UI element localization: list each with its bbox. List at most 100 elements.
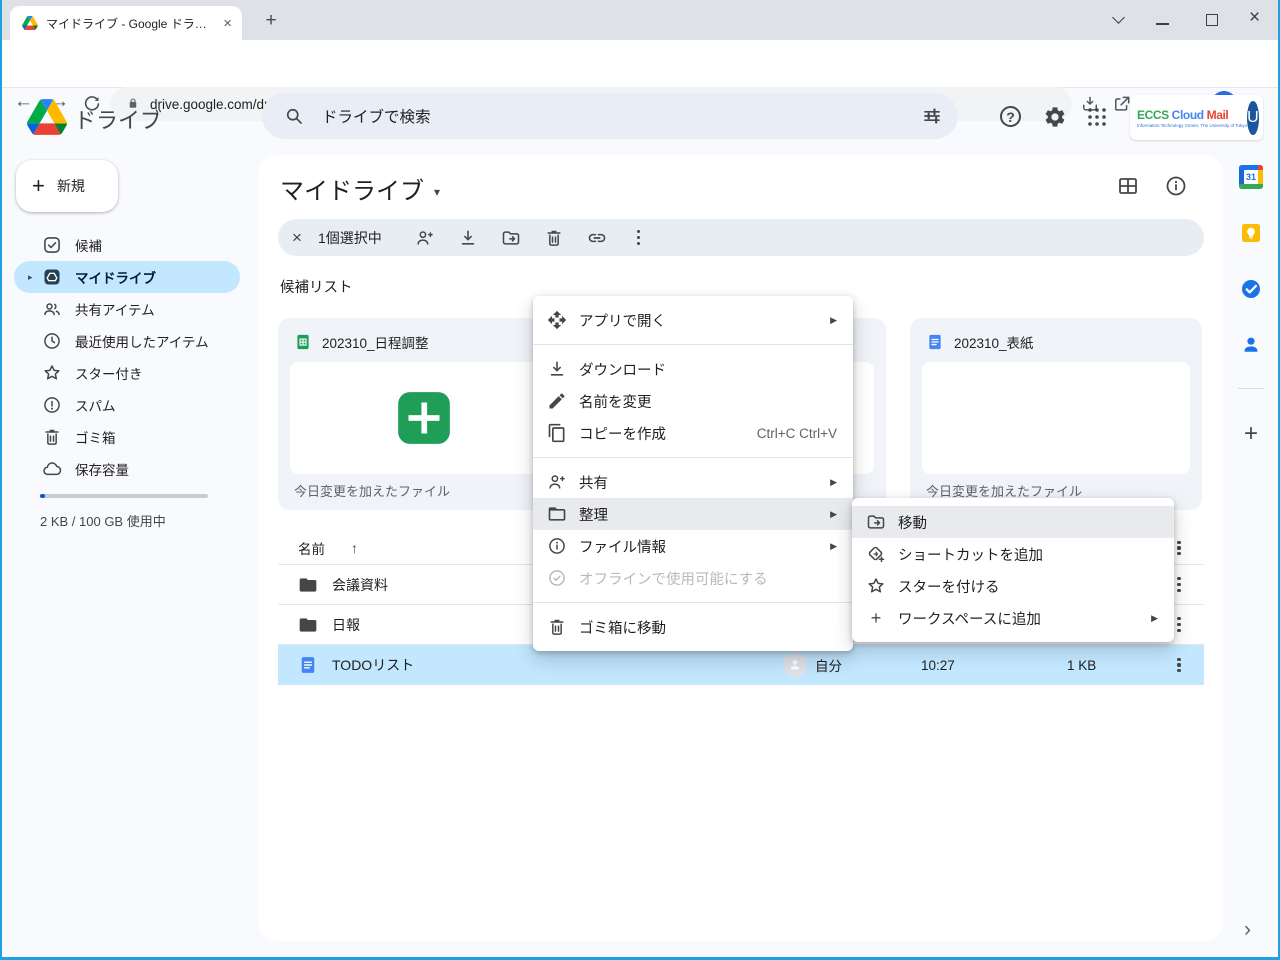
tab-close-icon[interactable]: × [223, 15, 232, 32]
offline-check-icon [547, 568, 567, 588]
sidebar-item-shared[interactable]: 共有アイテム [14, 293, 240, 325]
submenu-arrow-icon: ▶ [830, 541, 837, 552]
hide-side-panel-chevron[interactable]: › [1244, 918, 1251, 942]
submenu-item-add-shortcut[interactable]: ショートカットを追加 [852, 538, 1174, 570]
add-apps-button[interactable]: + [1240, 420, 1262, 448]
menu-item-organize[interactable]: 整理 ▶ [533, 498, 853, 530]
keyboard-shortcut: Ctrl+C Ctrl+V [757, 426, 837, 441]
sidebar-item-label: ゴミ箱 [75, 427, 116, 447]
expand-caret-icon[interactable]: ▸ [28, 272, 42, 283]
sidebar-item-label: 共有アイテム [75, 299, 155, 319]
menu-item-rename[interactable]: 名前を変更 [533, 385, 853, 417]
folder-icon [298, 575, 318, 595]
move-selected-button[interactable] [501, 228, 521, 248]
name-column-header[interactable]: 名前 [298, 538, 325, 558]
sidebar-item-spam[interactable]: スパム [14, 389, 240, 421]
account-avatar[interactable]: U [1247, 101, 1259, 135]
share-page-button[interactable] [1112, 94, 1132, 114]
sidebar-item-storage[interactable]: 保存容量 [14, 453, 240, 485]
download-selected-button[interactable] [458, 228, 478, 248]
menu-item-make-copy[interactable]: コピーを作成 Ctrl+C Ctrl+V [533, 417, 853, 449]
copy-icon [547, 423, 567, 443]
calendar-icon: 31 [1239, 165, 1263, 189]
tab-search-chevron-icon[interactable] [1110, 13, 1126, 25]
page-title: マイドライブ [280, 171, 424, 206]
window-minimize-button[interactable] [1156, 23, 1169, 25]
selection-count: 1個選択中 [318, 228, 382, 248]
keep-app-button[interactable] [1239, 221, 1263, 245]
contacts-app-button[interactable] [1239, 333, 1263, 357]
suggestion-card-doc[interactable]: 202310_表紙 今日変更を加えたファイル [910, 318, 1202, 510]
window-close-button[interactable]: × [1249, 7, 1260, 29]
owner-label: 自分 [815, 655, 842, 675]
browser-tab[interactable]: マイドライブ - Google ドライブ × [10, 6, 242, 40]
storage-progress-fill [40, 494, 45, 498]
my-drive-icon [42, 267, 62, 287]
submenu-arrow-icon: ▶ [1151, 613, 1158, 624]
app-name: ドライブ [74, 103, 162, 135]
sort-ascending-icon[interactable]: ↑ [351, 540, 358, 556]
tasks-app-button[interactable] [1239, 277, 1263, 301]
details-info-button[interactable] [1164, 174, 1188, 198]
docs-file-icon [926, 333, 944, 351]
drive-favicon-icon [22, 16, 38, 30]
menu-item-share[interactable]: 共有 ▶ [533, 466, 853, 498]
sidebar-item-label: マイドライブ [75, 267, 156, 287]
card-thumbnail [290, 362, 558, 474]
trash-selected-button[interactable] [544, 228, 564, 248]
help-button[interactable]: ? [1000, 106, 1021, 127]
sidebar-item-my-drive[interactable]: ▸ マイドライブ [14, 261, 240, 293]
browser-titlebar: マイドライブ - Google ドライブ × + × [0, 0, 1280, 40]
trash-icon [547, 617, 567, 637]
person-add-icon [547, 472, 567, 492]
page-title-row[interactable]: マイドライブ ▾ [280, 171, 440, 206]
search-input[interactable]: ドライブで検索 [322, 105, 922, 127]
star-icon [866, 576, 886, 596]
menu-item-move-to-trash[interactable]: ゴミ箱に移動 [533, 611, 853, 643]
copy-link-button[interactable] [587, 228, 607, 248]
sheets-file-icon [294, 333, 312, 351]
eccs-subtitle: Information Technology Center, The Unive… [1137, 123, 1247, 128]
submenu-item-add-to-workspace[interactable]: + ワークスペースに追加 ▶ [852, 602, 1174, 634]
google-apps-grid-button[interactable] [1085, 105, 1109, 129]
new-button[interactable]: + 新規 [16, 160, 118, 212]
sidebar-item-suggested[interactable]: 候補 [14, 229, 240, 261]
calendar-app-button[interactable]: 31 [1239, 165, 1263, 189]
storage-usage-text: 2 KB / 100 GB 使用中 [40, 511, 166, 530]
new-tab-button[interactable]: + [260, 10, 282, 32]
search-options-tune-icon[interactable] [922, 106, 942, 126]
card-caption: 今日変更を加えたファイル [294, 481, 450, 500]
share-selected-button[interactable] [415, 228, 435, 248]
card-title: 202310_日程調整 [322, 332, 429, 352]
context-menu: アプリで開く ▶ ダウンロード 名前を変更 コピーを作成 Ctrl+C Ctrl… [533, 296, 853, 651]
suggestion-card-sheet[interactable]: 202310_日程調整 今日変更を加えたファイル [278, 318, 570, 510]
window-maximize-button[interactable] [1206, 14, 1218, 26]
search-bar[interactable]: ドライブで検索 [262, 93, 958, 139]
grid-view-button[interactable] [1116, 174, 1140, 198]
sidebar-item-label: 候補 [75, 235, 102, 255]
submenu-item-move[interactable]: 移動 [852, 506, 1174, 538]
submenu-item-add-star[interactable]: スターを付ける [852, 570, 1174, 602]
row-kebab-icon[interactable] [1170, 655, 1188, 675]
sidebar-item-recent[interactable]: 最近使用したアイテム [14, 325, 240, 357]
more-actions-kebab-icon[interactable] [630, 228, 648, 248]
sidebar-item-starred[interactable]: スター付き [14, 357, 240, 389]
settings-gear-button[interactable] [1043, 105, 1067, 129]
eccs-account-badge[interactable]: ECCS Cloud Mail Information Technology C… [1130, 95, 1263, 140]
menu-item-offline: オフラインで使用可能にする [533, 562, 853, 594]
window-border-left [0, 0, 2, 960]
folder-icon [298, 615, 318, 635]
clear-selection-button[interactable]: × [292, 228, 316, 248]
plus-icon: + [866, 608, 886, 628]
menu-item-file-info[interactable]: ファイル情報 ▶ [533, 530, 853, 562]
open-with-icon [547, 310, 567, 330]
file-row-selected[interactable]: TODOリスト 自分 10:27 1 KB [278, 645, 1204, 685]
sidebar-item-label: スター付き [75, 363, 143, 383]
info-icon [547, 536, 567, 556]
sidebar-item-trash[interactable]: ゴミ箱 [14, 421, 240, 453]
menu-item-open-with[interactable]: アプリで開く ▶ [533, 304, 853, 336]
menu-item-download[interactable]: ダウンロード [533, 353, 853, 385]
people-icon [42, 299, 62, 319]
tab-title: マイドライブ - Google ドライブ [46, 15, 217, 32]
help-icon: ? [1000, 106, 1021, 127]
